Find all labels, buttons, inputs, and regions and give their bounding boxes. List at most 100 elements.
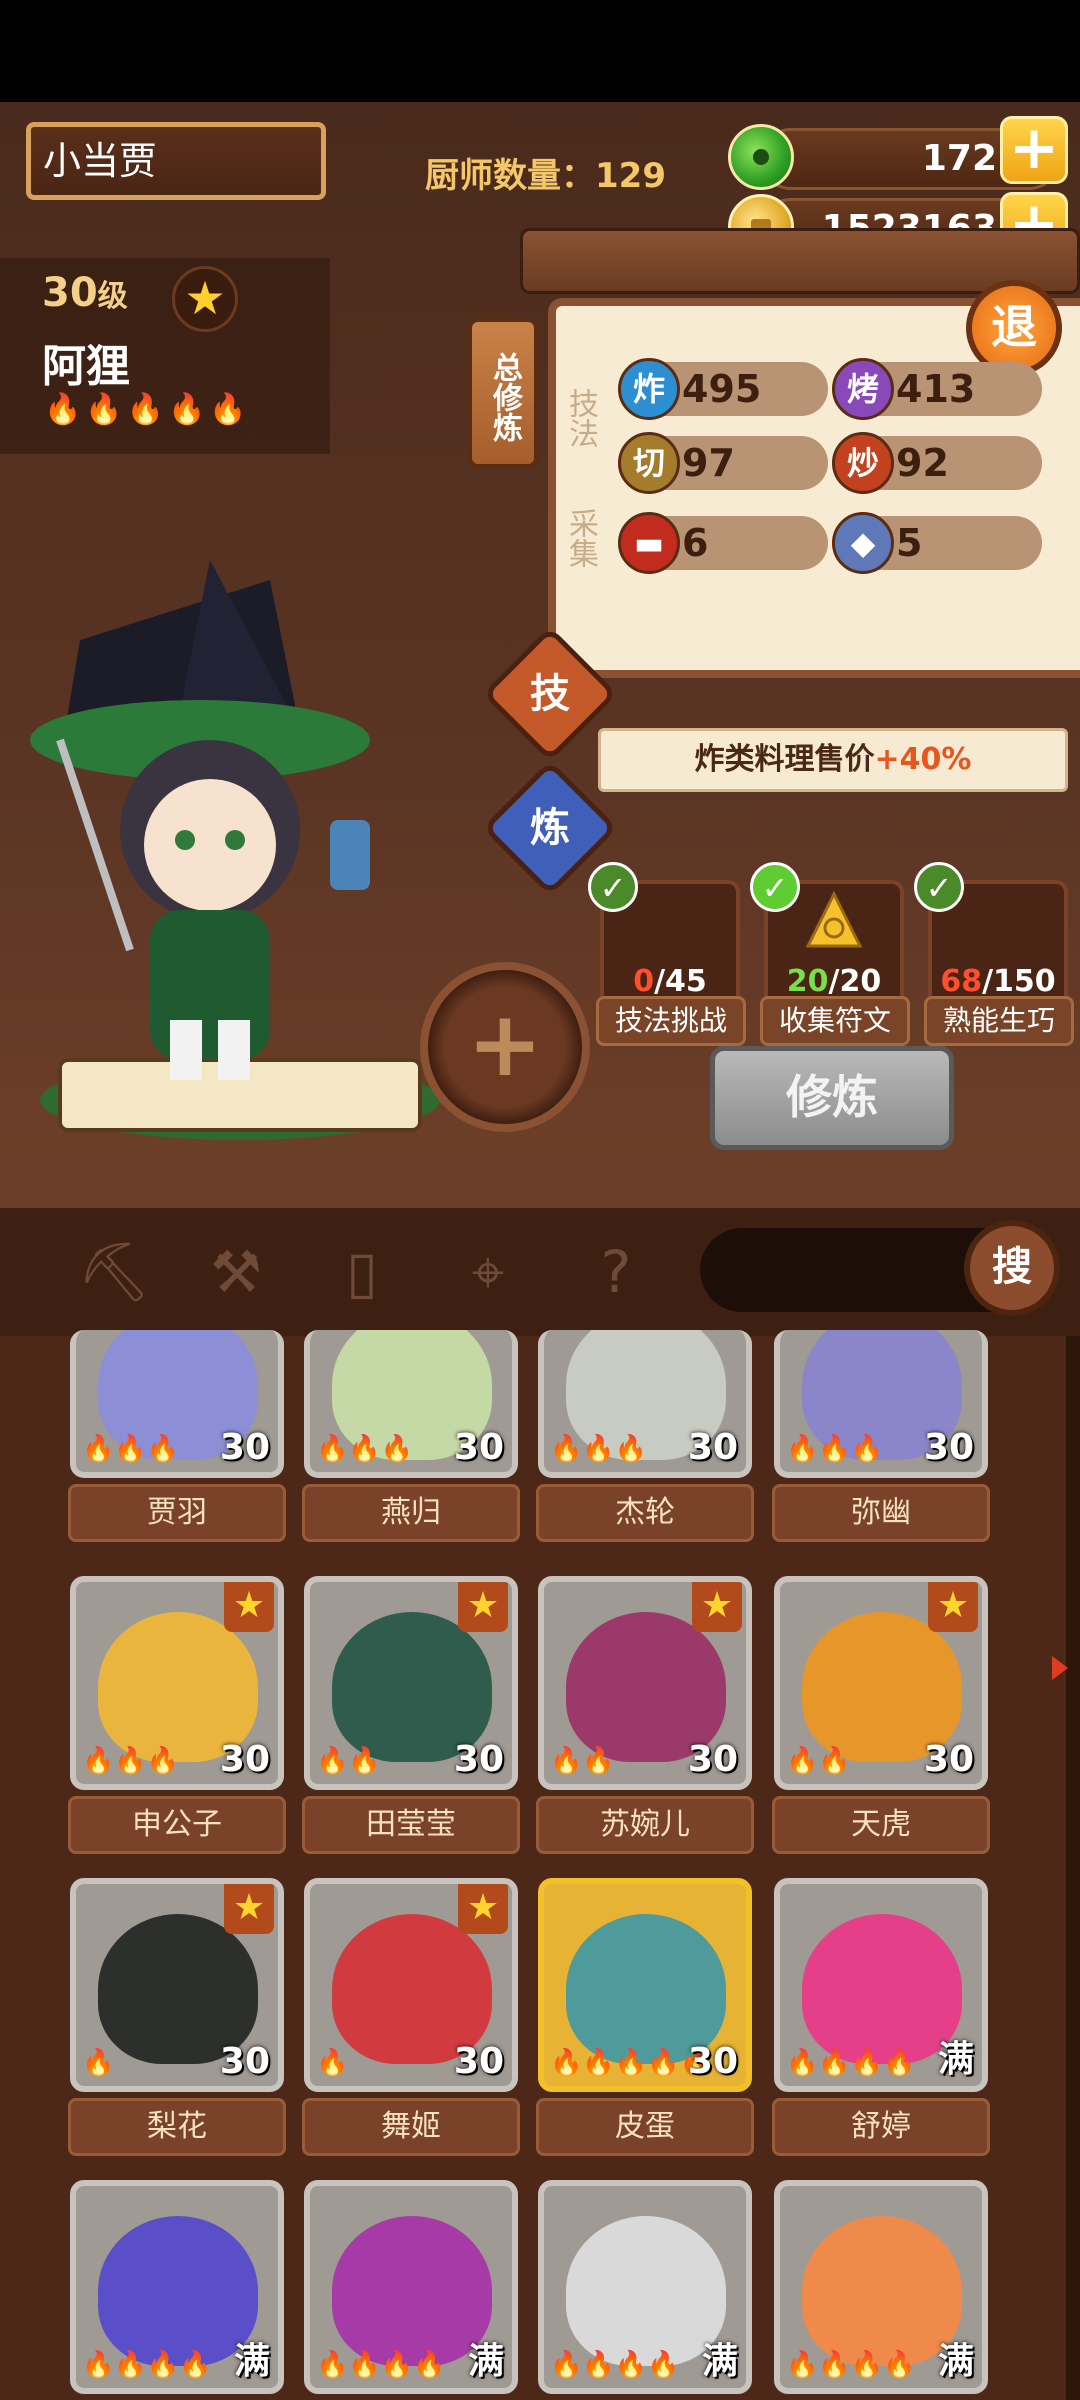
chef-card-level: 满: [233, 2341, 270, 2382]
jade-icon: [728, 124, 794, 190]
chef-card-name: 舒婷: [772, 2098, 990, 2156]
chef-card-flames: 🔥🔥🔥🔥: [82, 2350, 212, 2380]
chef-card[interactable]: 🔥🔥 30 ★: [304, 1576, 518, 1790]
star-icon: ★: [458, 1582, 508, 1632]
fish-icon: ◆: [832, 512, 894, 574]
chef-card-level: 满: [937, 2341, 974, 2382]
chef-card-flames: 🔥🔥🔥🔥: [786, 2048, 916, 2078]
player-name-box[interactable]: 小当贾: [26, 122, 326, 200]
chef-card-level: 30: [453, 1739, 504, 1780]
check-icon: ✓: [588, 862, 638, 912]
chef-level: 30级: [42, 270, 128, 316]
bonus-text: 炸类料理售价: [694, 742, 875, 777]
task-skill-challenge-label: 技法挑战: [596, 996, 746, 1046]
chef-card[interactable]: 🔥🔥🔥🔥 满: [774, 2180, 988, 2394]
task-2-total: /150: [982, 964, 1056, 999]
chef-card[interactable]: 🔥🔥🔥🔥 满: [774, 1878, 988, 2092]
search-button[interactable]: 搜: [964, 1220, 1060, 1316]
stat-fish-value: 5: [896, 521, 923, 565]
chef-card[interactable]: 🔥🔥 30 ★: [774, 1576, 988, 1790]
chef-illustration: [30, 560, 440, 1140]
chef-flames: 🔥🔥🔥🔥🔥: [44, 392, 251, 427]
fry-icon: 炸: [618, 358, 680, 420]
chef-card[interactable]: 🔥🔥🔥🔥🔥 30: [538, 1878, 752, 2092]
chef-card[interactable]: 🔥🔥🔥🔥 满: [538, 2180, 752, 2394]
star-icon: ★: [692, 1582, 742, 1632]
chef-card[interactable]: 🔥🔥🔥 30: [774, 1330, 988, 1478]
add-jade-button[interactable]: +: [1000, 116, 1068, 184]
chef-count-label: 厨师数量：129: [425, 156, 666, 196]
chef-card-level: 30: [923, 1739, 974, 1780]
chef-card-flames: 🔥🔥🔥: [82, 1434, 180, 1464]
chef-card-level: 30: [453, 1427, 504, 1468]
grid-scroll-rail[interactable]: [1066, 1336, 1080, 2400]
star-icon[interactable]: ★: [172, 266, 238, 332]
stat-stirfry-value: 92: [896, 441, 949, 485]
chef-card-flames: 🔥🔥: [550, 1746, 615, 1776]
chef-card[interactable]: 🔥🔥🔥 30: [304, 1330, 518, 1478]
chef-card[interactable]: 🔥 30 ★: [304, 1878, 518, 2092]
task-practice-label: 熟能生巧: [924, 996, 1074, 1046]
task-practice-count: 68/150: [928, 964, 1068, 999]
chef-card-level: 30: [687, 1427, 738, 1468]
task-1-current: 20: [786, 964, 829, 999]
chef-card-name: 舞姬: [302, 2098, 520, 2156]
chef-card-name: 弥幽: [772, 1484, 990, 1542]
jar-icon[interactable]: ▯: [324, 1234, 400, 1310]
mystery-map-icon[interactable]: ?: [578, 1234, 654, 1310]
chef-card-name: 苏婉儿: [536, 1796, 754, 1854]
chef-card[interactable]: 🔥🔥🔥🔥 满: [70, 2180, 284, 2394]
stirfry-icon: 炒: [832, 432, 894, 494]
star-icon: ★: [458, 1884, 508, 1934]
chef-card[interactable]: 🔥🔥🔥 30 ★: [70, 1576, 284, 1790]
chef-card[interactable]: 🔥🔥🔥 30: [70, 1330, 284, 1478]
star-icon: ★: [928, 1582, 978, 1632]
chef-card-level: 30: [219, 2041, 270, 2082]
chef-card-level: 30: [687, 2041, 738, 2082]
add-slot-button[interactable]: +: [420, 962, 590, 1132]
chef-card-name: 杰轮: [536, 1484, 754, 1542]
task-0-current: 0: [633, 964, 655, 999]
chef-card[interactable]: 🔥🔥 30 ★: [538, 1576, 752, 1790]
bonus-ribbon: 炸类料理售价+40%: [598, 728, 1068, 792]
chef-name: 阿狸: [42, 341, 130, 392]
chef-card-name: 田莹莹: [302, 1796, 520, 1854]
star-icon: ★: [224, 1884, 274, 1934]
stat-fry-value: 495: [682, 367, 762, 411]
cut-icon: 切: [618, 432, 680, 494]
chef-card-level: 满: [467, 2341, 504, 2382]
chef-card-flames: 🔥🔥🔥: [786, 1434, 884, 1464]
arrow-right-icon[interactable]: [1052, 1656, 1068, 1680]
chef-card-level: 满: [937, 2039, 974, 2080]
chef-card-flames: 🔥🔥🔥: [82, 1746, 180, 1776]
chef-card[interactable]: 🔥 30 ★: [70, 1878, 284, 2092]
train-button[interactable]: 修炼: [710, 1046, 954, 1150]
chef-card[interactable]: 🔥🔥🔥 30: [538, 1330, 752, 1478]
chef-card-flames: 🔥🔥: [316, 1746, 381, 1776]
meat-icon: ▬: [618, 512, 680, 574]
chef-card-level: 30: [687, 1739, 738, 1780]
skill-side-label: 技法: [563, 388, 598, 448]
chef-card[interactable]: 🔥🔥🔥🔥 满: [304, 2180, 518, 2394]
chef-level-suffix: 级: [97, 279, 128, 314]
task-0-total: /45: [654, 964, 707, 999]
shovel-icon[interactable]: ⚒: [198, 1234, 274, 1310]
location-icon[interactable]: ⌖: [450, 1234, 526, 1310]
chef-card-name: 申公子: [68, 1796, 286, 1854]
star-icon: ★: [224, 1582, 274, 1632]
task-skill-challenge-count: 0/45: [600, 964, 740, 999]
chef-card-level: 30: [219, 1427, 270, 1468]
total-training-tag[interactable]: 总修炼: [468, 318, 538, 468]
task-2-current: 68: [940, 964, 983, 999]
chef-card-flames: 🔥: [82, 2048, 115, 2078]
task-1-total: /20: [828, 964, 882, 999]
chef-card-flames: 🔥🔥🔥🔥: [550, 2350, 680, 2380]
spatula-icon[interactable]: ⛏: [76, 1234, 152, 1310]
chef-card-flames: 🔥🔥🔥🔥: [786, 2350, 916, 2380]
chef-card-level: 30: [219, 1739, 270, 1780]
stat-cut-value: 97: [682, 441, 735, 485]
chef-card-name: 燕归: [302, 1484, 520, 1542]
chef-card-flames: 🔥🔥🔥🔥: [316, 2350, 446, 2380]
tab-skill-label: 技: [530, 671, 570, 717]
rune-icon: [805, 890, 863, 948]
